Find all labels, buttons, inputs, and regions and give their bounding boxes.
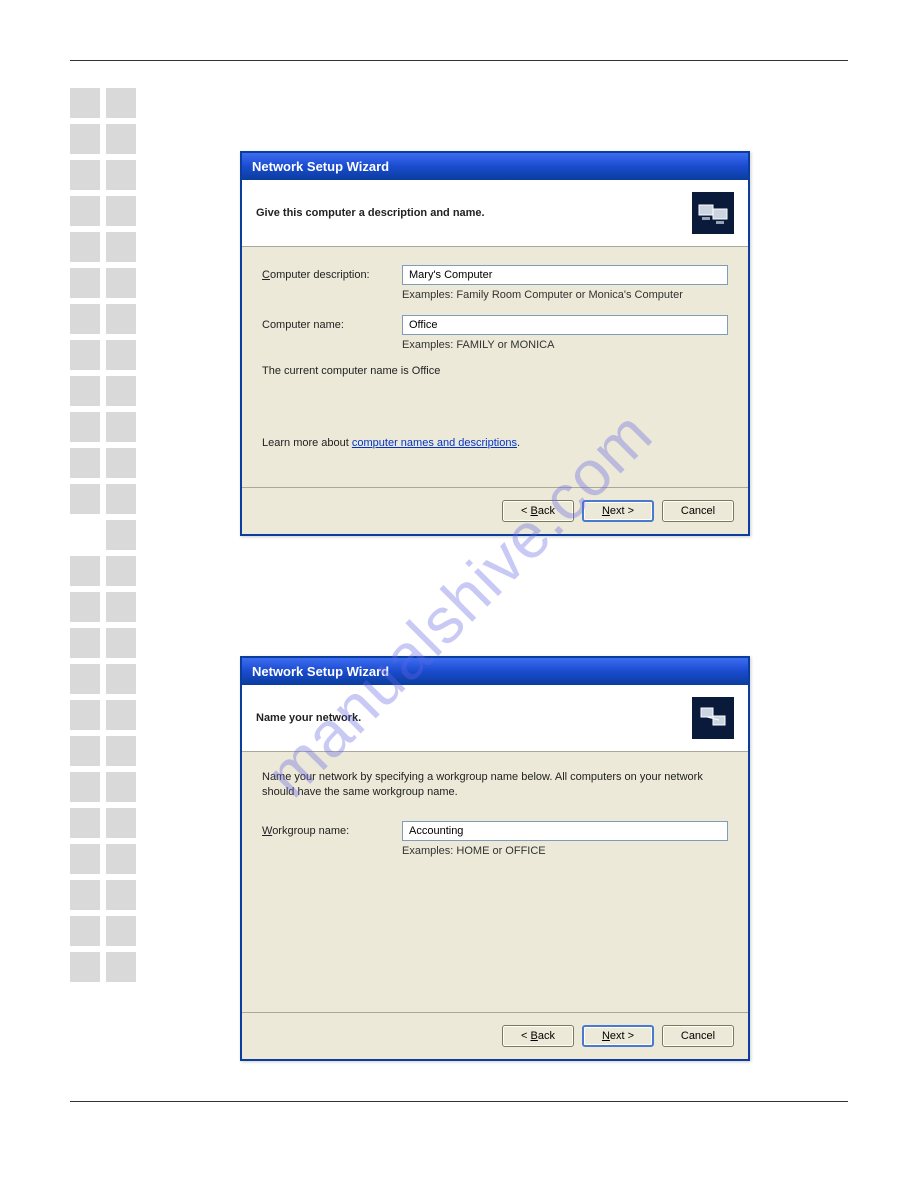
computer-name-input[interactable] <box>402 315 728 335</box>
dialog2-heading: Name your network. <box>256 712 361 724</box>
computer-description-input[interactable] <box>402 265 728 285</box>
dialog1-header: Give this computer a description and nam… <box>242 180 748 247</box>
dialog-computer-description: Network Setup Wizard Give this computer … <box>240 151 750 536</box>
dialog1-buttons: < Back Next > Cancel <box>242 487 748 534</box>
dialog2-intro: Name your network by specifying a workgr… <box>262 770 728 801</box>
dialog2-header: Name your network. <box>242 685 748 752</box>
computer-name-label: Computer name: <box>262 319 402 331</box>
learn-more-row: Learn more about computer names and desc… <box>262 437 728 449</box>
description-example: Examples: Family Room Computer or Monica… <box>402 289 728 301</box>
workgroup-name-label: Workgroup name: <box>262 825 402 837</box>
top-rule <box>70 60 848 61</box>
cancel-button[interactable]: Cancel <box>662 1025 734 1047</box>
bottom-rule <box>70 1101 848 1102</box>
workgroup-name-input[interactable] <box>402 821 728 841</box>
current-name-text: The current computer name is Office <box>262 365 728 377</box>
computer-network-icon <box>692 192 734 234</box>
computer-description-label: Computer description: <box>262 269 402 281</box>
decorative-sidebar <box>70 88 136 982</box>
dialog-name-network: Network Setup Wizard Name your network. … <box>240 656 750 1061</box>
network-icon <box>692 697 734 739</box>
next-button[interactable]: Next > <box>582 500 654 522</box>
cancel-button[interactable]: Cancel <box>662 500 734 522</box>
learn-more-prefix: Learn more about <box>262 437 352 449</box>
dialog2-body: Name your network by specifying a workgr… <box>242 752 748 1012</box>
dialog2-titlebar: Network Setup Wizard <box>242 658 748 685</box>
back-button[interactable]: < Back <box>502 1025 574 1047</box>
workgroup-example: Examples: HOME or OFFICE <box>402 845 728 857</box>
dialog2-buttons: < Back Next > Cancel <box>242 1012 748 1059</box>
dialog1-titlebar: Network Setup Wizard <box>242 153 748 180</box>
learn-more-suffix: . <box>517 437 520 449</box>
back-button[interactable]: < Back <box>502 500 574 522</box>
name-example: Examples: FAMILY or MONICA <box>402 339 728 351</box>
next-button[interactable]: Next > <box>582 1025 654 1047</box>
dialog1-body: Computer description: Examples: Family R… <box>242 247 748 487</box>
dialog1-heading: Give this computer a description and nam… <box>256 207 485 219</box>
learn-more-link[interactable]: computer names and descriptions <box>352 437 517 449</box>
